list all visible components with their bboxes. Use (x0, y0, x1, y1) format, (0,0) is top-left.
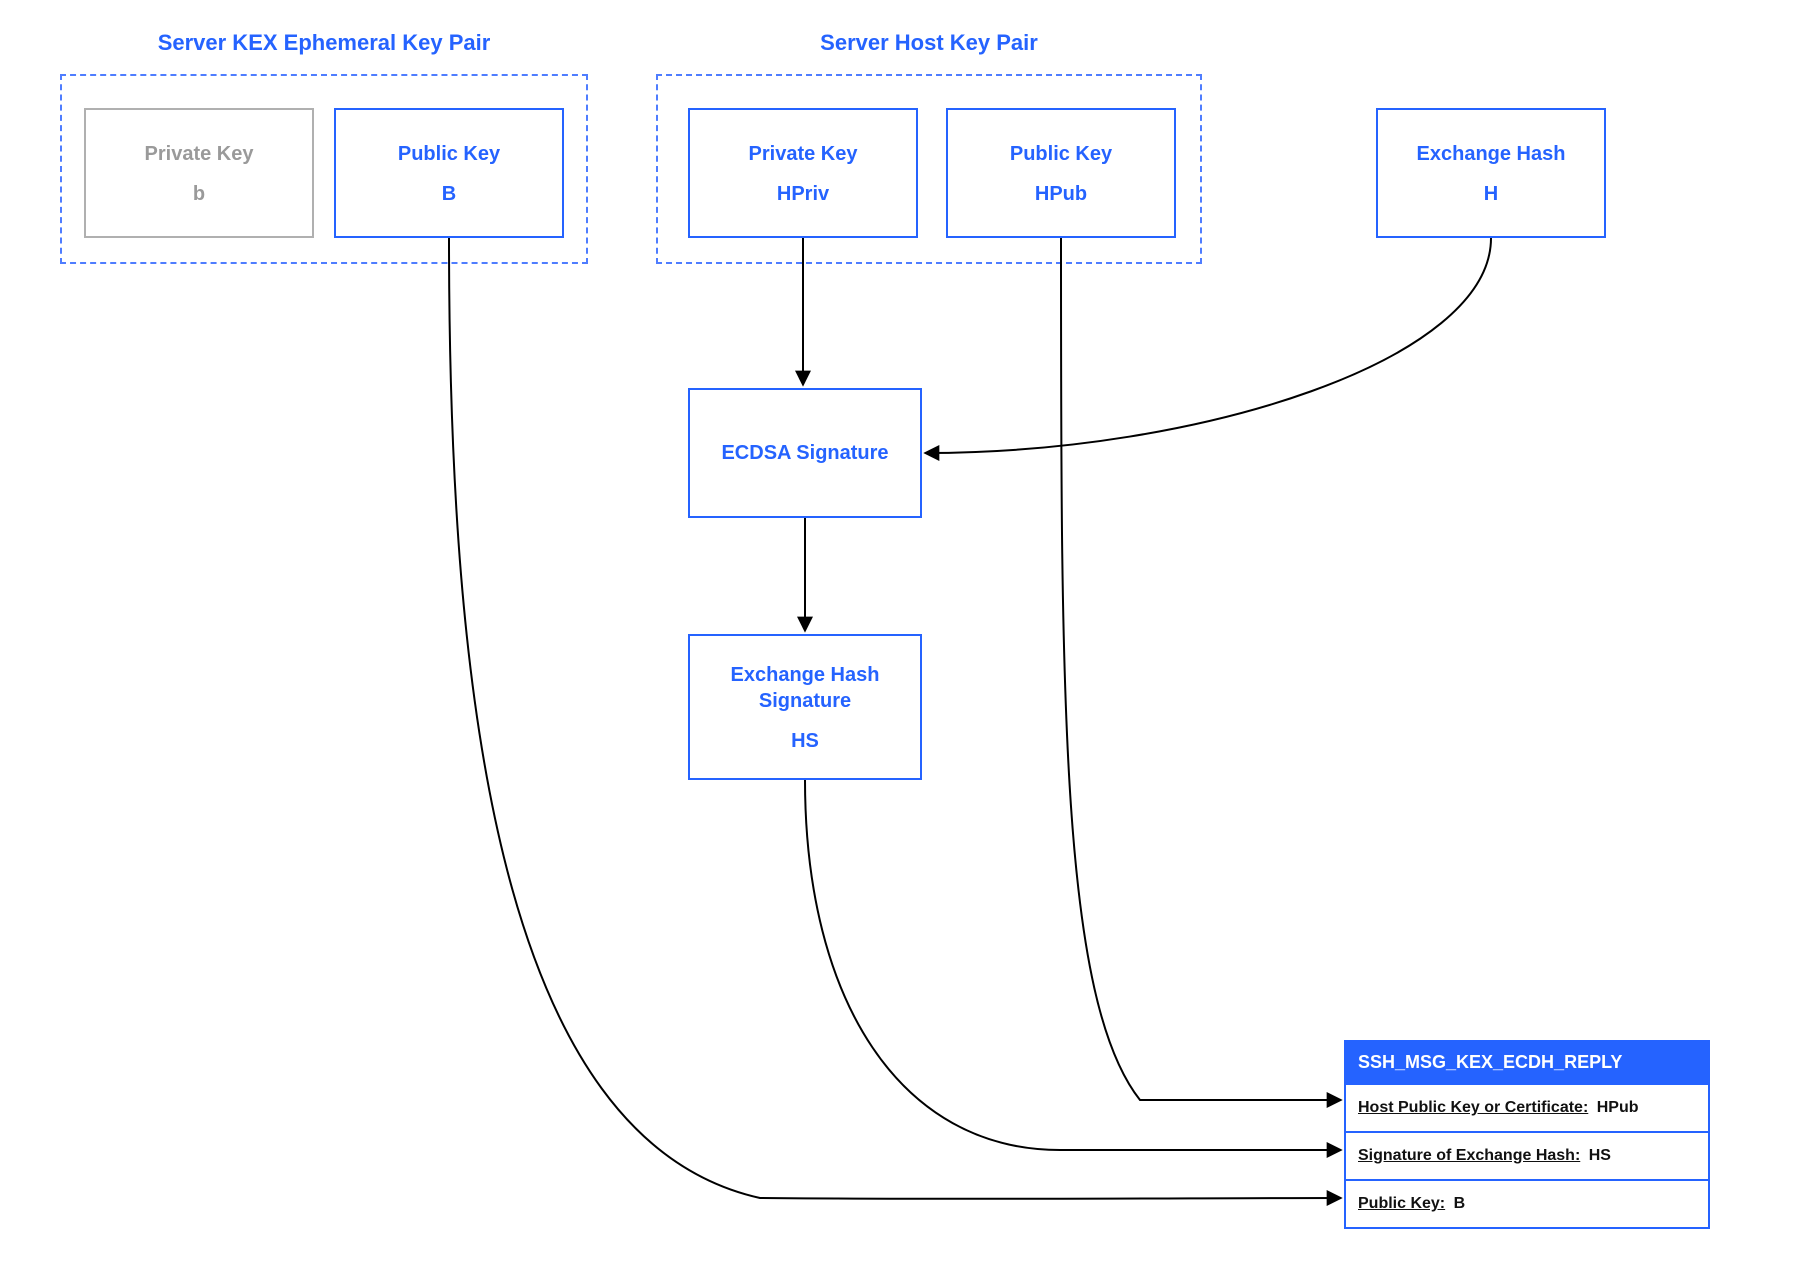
node-exchange-hash: Exchange Hash H (1376, 108, 1606, 238)
reply-row-2-value: B (1454, 1195, 1466, 1212)
node-exchange-hash-signature: Exchange Hash Signature HS (688, 634, 922, 780)
host-priv-title: Private Key (741, 141, 866, 167)
reply-row-1-label: Signature of Exchange Hash: (1358, 1147, 1580, 1164)
host-pub-title: Public Key (1002, 141, 1120, 167)
arrow-hostpub-to-reply-hpub (1061, 238, 1340, 1100)
hash-sig-sub: HS (791, 730, 819, 753)
kex-pub-sub: B (442, 183, 456, 206)
node-kex-public-key: Public Key B (334, 108, 564, 238)
exch-hash-sub: H (1484, 183, 1498, 206)
group-kex-title: Server KEX Ephemeral Key Pair (60, 30, 588, 56)
group-host-title: Server Host Key Pair (656, 30, 1202, 56)
host-priv-sub: HPriv (777, 183, 829, 206)
reply-row-0-value: HPub (1597, 1099, 1639, 1116)
kex-priv-sub: b (193, 183, 205, 206)
hash-sig-title: Exchange Hash Signature (697, 662, 913, 714)
reply-row-2-label: Public Key: (1358, 1195, 1445, 1212)
node-host-private-key: Private Key HPriv (688, 108, 918, 238)
exch-hash-title: Exchange Hash (1409, 141, 1574, 167)
kex-pub-title: Public Key (390, 141, 508, 167)
reply-row-signature: Signature of Exchange Hash: HS (1346, 1131, 1708, 1179)
reply-row-host-public-key: Host Public Key or Certificate: HPub (1346, 1083, 1708, 1131)
reply-row-0-label: Host Public Key or Certificate: (1358, 1099, 1588, 1116)
reply-table: SSH_MSG_KEX_ECDH_REPLY Host Public Key o… (1344, 1040, 1710, 1229)
ecdsa-title: ECDSA Signature (713, 440, 896, 466)
reply-row-1-value: HS (1589, 1147, 1611, 1164)
arrow-exchhash-to-ecdsa (926, 238, 1491, 453)
kex-priv-title: Private Key (137, 141, 262, 167)
node-ecdsa-signature: ECDSA Signature (688, 388, 922, 518)
arrow-hashsig-to-reply-hs (805, 780, 1340, 1150)
host-pub-sub: HPub (1035, 183, 1087, 206)
reply-row-public-key: Public Key: B (1346, 1179, 1708, 1227)
node-host-public-key: Public Key HPub (946, 108, 1176, 238)
reply-header: SSH_MSG_KEX_ECDH_REPLY (1346, 1042, 1708, 1083)
node-kex-private-key: Private Key b (84, 108, 314, 238)
